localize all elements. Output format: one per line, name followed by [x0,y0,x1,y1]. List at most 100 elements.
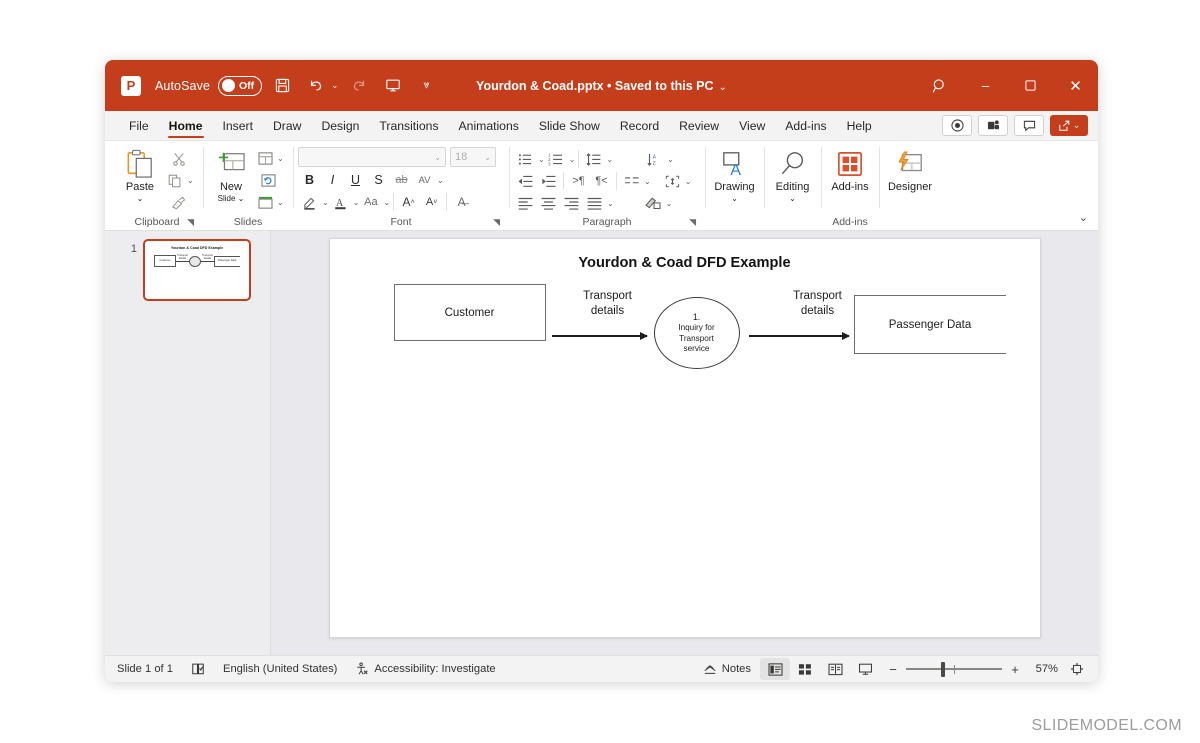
addins-button[interactable]: Add-ins [826,145,874,193]
columns-caret[interactable]: ⌄ [644,177,651,186]
numbering-icon[interactable]: 1 2 3 [545,148,568,170]
zoom-out-button[interactable]: − [886,662,900,677]
justify-caret[interactable]: ⌄ [607,199,614,208]
tab-review[interactable]: Review [669,111,729,140]
dfd-external-entity-customer[interactable]: Customer [393,284,546,341]
text-highlight-caret[interactable]: ⌄ [322,198,329,207]
character-spacing-caret[interactable]: ⌄ [437,176,444,185]
align-right-icon[interactable] [560,192,583,214]
slide-canvas[interactable]: Yourdon & Coad DFD Example Customer Tran… [328,238,1041,638]
editing-button[interactable]: Editing ⌄ [769,145,816,205]
reading-view-button[interactable] [820,658,850,680]
copy-caret[interactable]: ⌄ [187,176,194,185]
document-title[interactable]: Yourdon & Coad.pptx • Saved to this PC [476,79,714,93]
spellcheck-icon[interactable] [182,659,214,680]
document-title-caret[interactable]: ⌄ [719,82,727,93]
text-direction-caret[interactable]: ⌄ [667,155,674,164]
undo-icon[interactable] [302,72,330,100]
font-color-icon[interactable]: A [329,191,352,213]
normal-view-button[interactable] [760,658,790,680]
numbering-caret[interactable]: ⌄ [569,155,576,164]
tab-view[interactable]: View [729,111,775,140]
layout-icon[interactable] [254,148,276,169]
slide-thumbnail-pane[interactable]: 1 Yourdon & Coad DFD Example Customer Tr… [105,231,271,655]
align-text-caret[interactable]: ⌄ [685,177,692,186]
dfd-flow-label-1[interactable]: Transport details [553,289,663,319]
font-name-input[interactable]: ⌄ [298,147,446,167]
tab-transitions[interactable]: Transitions [369,111,448,140]
zoom-in-button[interactable]: + [1008,662,1022,677]
clear-formatting-icon[interactable]: A̶ [450,191,473,213]
maximize-button[interactable] [1008,60,1053,111]
layout-caret[interactable]: ⌄ [277,154,284,163]
align-text-icon[interactable] [661,170,684,192]
text-highlight-icon[interactable] [298,191,321,213]
paste-button[interactable]: Paste ⌄ [116,145,164,205]
new-slide-button[interactable]: New Slide ⌄ [208,145,254,205]
drawing-button[interactable]: A Drawing ⌄ [710,145,759,205]
minimize-button[interactable]: – [963,60,1008,111]
copy-icon[interactable] [164,170,186,191]
align-left-icon[interactable] [514,192,537,214]
close-button[interactable]: ✕ [1053,60,1098,111]
decrease-indent-icon[interactable] [514,170,537,192]
dfd-data-store-passenger[interactable]: Passenger Data [853,295,1006,354]
bold-button[interactable]: B [298,169,321,191]
italic-button[interactable]: I [321,169,344,191]
font-size-input[interactable]: 18 ⌄ [450,147,496,167]
clipboard-dialog-launcher[interactable]: ◥ [187,217,194,228]
language-indicator[interactable]: English (United States) [214,659,346,680]
zoom-level[interactable]: 57% [1028,663,1058,675]
start-presentation-icon[interactable] [379,72,407,100]
tab-insert[interactable]: Insert [213,111,263,140]
slideshow-button[interactable] [850,658,880,680]
notes-button[interactable]: Notes [703,659,760,680]
dfd-arrow-2[interactable] [748,332,850,339]
align-center-icon[interactable] [537,192,560,214]
share-caret[interactable]: ⌄ [1073,120,1081,131]
reset-icon[interactable] [254,170,284,191]
share-button[interactable]: ⌄ [1050,115,1088,136]
customize-quick-access-icon[interactable]: ⩔ [413,72,441,100]
line-spacing-icon[interactable] [582,148,605,170]
cut-icon[interactable] [164,148,194,169]
tab-animations[interactable]: Animations [449,111,529,140]
line-spacing-caret[interactable]: ⌄ [606,155,613,164]
zoom-slider-handle[interactable] [940,661,945,677]
decrease-font-size-button[interactable]: A ˅ [420,191,443,213]
section-caret[interactable]: ⌄ [277,198,284,207]
dfd-process-circle[interactable]: 1. Inquiry for Transport service [653,297,740,369]
thumbnail-item-1[interactable]: 1 Yourdon & Coad DFD Example Customer Tr… [125,239,251,301]
save-icon[interactable] [268,72,296,100]
convert-to-smartart-icon[interactable] [642,192,665,214]
tab-draw[interactable]: Draw [263,111,311,140]
record-circle-icon[interactable] [942,115,972,136]
search-icon[interactable] [917,60,963,111]
teams-icon[interactable] [978,115,1008,136]
accessibility-status[interactable]: Accessibility: Investigate [346,659,504,680]
left-to-right-icon[interactable]: >¶ [567,170,590,192]
paragraph-dialog-launcher[interactable]: ◥ [689,217,696,228]
collapse-ribbon-button[interactable]: ⌄ [1079,211,1088,224]
font-dialog-launcher[interactable]: ◥ [493,217,500,228]
font-size-caret[interactable]: ⌄ [484,153,491,162]
thumbnail-preview[interactable]: Yourdon & Coad DFD Example Customer Tran… [143,239,251,301]
autosave-toggle[interactable]: Off [218,75,263,96]
tab-add-ins[interactable]: Add-ins [775,111,836,140]
tab-design[interactable]: Design [311,111,369,140]
change-case-button[interactable]: Aa [359,191,382,213]
tab-slide-show[interactable]: Slide Show [529,111,610,140]
underline-button[interactable]: U [344,169,367,191]
increase-font-size-button[interactable]: A ˄ [397,191,420,213]
character-spacing-button[interactable]: AV [413,169,436,191]
format-painter-icon[interactable] [164,192,194,213]
right-to-left-icon[interactable]: ¶< [590,170,613,192]
zoom-control[interactable]: − + 57% [886,658,1090,680]
strikethrough-button[interactable]: ab [390,169,413,191]
zoom-slider[interactable] [906,658,1002,680]
increase-indent-icon[interactable] [537,170,560,192]
bullets-caret[interactable]: ⌄ [538,155,545,164]
dfd-arrow-1[interactable] [551,332,648,339]
tab-record[interactable]: Record [610,111,669,140]
justify-icon[interactable] [583,192,606,214]
